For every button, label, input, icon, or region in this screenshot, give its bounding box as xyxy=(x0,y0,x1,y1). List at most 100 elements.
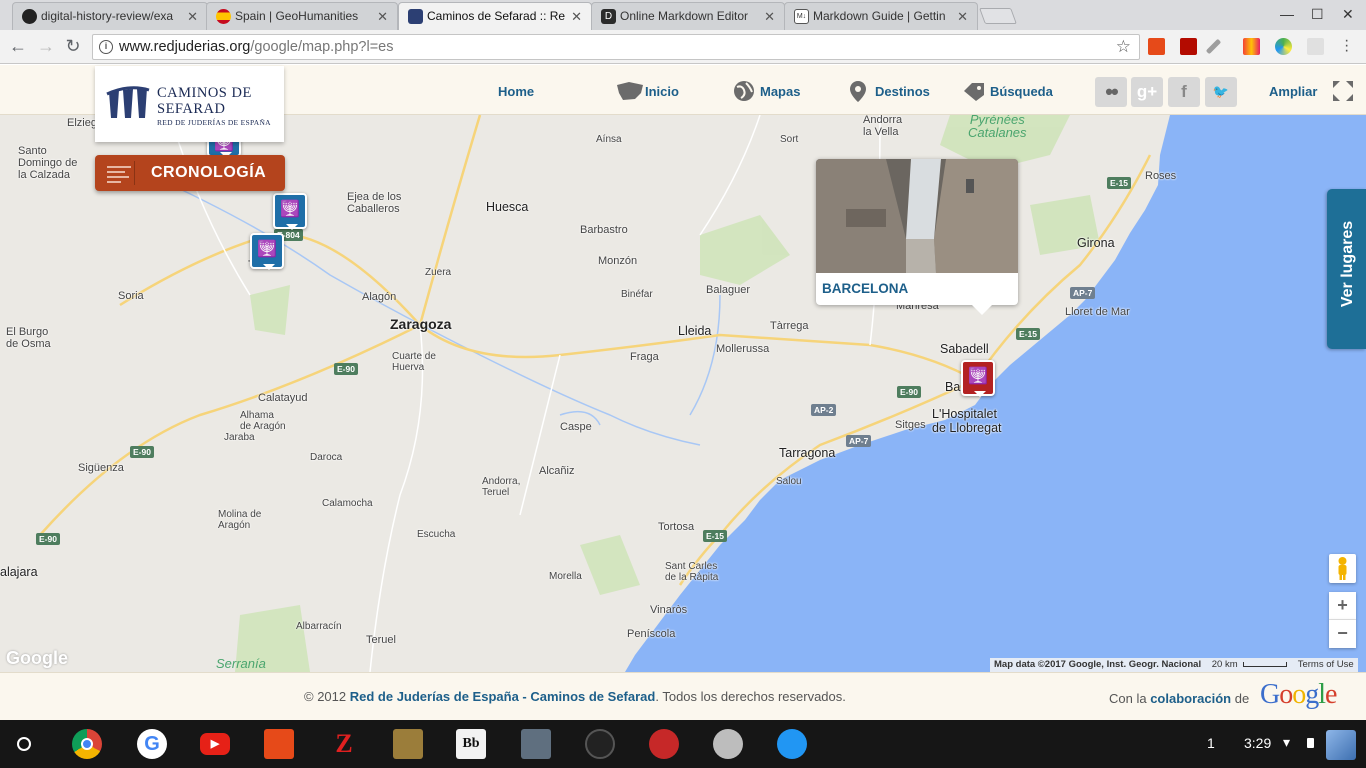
nav-inicio[interactable]: Inicio xyxy=(645,84,679,99)
battery-icon[interactable] xyxy=(1307,738,1314,748)
bookmark-star-icon[interactable]: ☆ xyxy=(1116,37,1131,57)
map-canvas[interactable]: Elziego Santo Domingo de la Calzada Sori… xyxy=(0,115,1366,672)
barcelona-marker[interactable]: 🕎 xyxy=(961,360,995,397)
label-barbastro: Barbastro xyxy=(580,224,628,236)
tab-geohumanities[interactable]: Spain | GeoHumanities ✕ xyxy=(206,2,398,30)
clock[interactable]: 3:29 xyxy=(1244,735,1271,751)
wifi-icon[interactable]: ▾ xyxy=(1283,734,1290,751)
road-shield: E-15 xyxy=(1107,177,1131,189)
close-icon[interactable]: ✕ xyxy=(764,9,775,25)
google-plus-icon[interactable]: g+ xyxy=(1131,77,1163,107)
close-icon[interactable]: ✕ xyxy=(957,9,968,25)
label-molina: Molina de Aragón xyxy=(218,509,262,531)
blackboard-app-icon[interactable]: Bb xyxy=(456,729,486,759)
logo-subtitle: RED DE JUDERÍAS DE ESPAÑA xyxy=(157,118,271,127)
zoom-in-button[interactable]: + xyxy=(1329,592,1356,620)
nav-busqueda[interactable]: Búsqueda xyxy=(990,84,1053,99)
label-calamocha: Calamocha xyxy=(322,498,373,509)
street-view-pegman-icon[interactable] xyxy=(1329,554,1356,583)
extension-icon[interactable] xyxy=(1307,38,1324,55)
map-base-layer xyxy=(39,115,1366,672)
pen-extension-icon[interactable] xyxy=(1205,38,1222,55)
spain-map-icon xyxy=(617,82,643,100)
label-monzon: Monzón xyxy=(598,255,638,267)
maximize-icon[interactable]: ☐ xyxy=(1311,6,1324,23)
nav-destinos[interactable]: Destinos xyxy=(875,84,930,99)
copyright-link[interactable]: Red de Juderías de España - Caminos de S… xyxy=(350,689,656,704)
label-mollerussa: Mollerussa xyxy=(716,343,770,355)
juderia-marker[interactable]: 🕎 xyxy=(273,193,307,230)
google-logo[interactable]: Google xyxy=(1260,679,1337,711)
nav-ampliar[interactable]: Ampliar xyxy=(1269,84,1317,99)
office-extension-icon[interactable] xyxy=(1148,38,1165,55)
back-icon[interactable]: ← xyxy=(7,36,29,57)
juderia-marker[interactable]: 🕎 xyxy=(250,233,284,270)
chrome-app-icon[interactable] xyxy=(72,729,102,759)
launcher-icon[interactable] xyxy=(17,737,31,751)
user-avatar[interactable] xyxy=(1326,730,1356,760)
label-huesca: Huesca xyxy=(486,200,529,214)
tab-markdown-editor[interactable]: D Online Markdown Editor ✕ xyxy=(591,2,785,30)
files-app-icon[interactable] xyxy=(777,729,807,759)
label-pyrenees: Pyrénées Catalanes xyxy=(968,115,1027,140)
label-morella: Morella xyxy=(549,571,582,582)
fullscreen-icon[interactable] xyxy=(1331,79,1355,103)
terms-of-use-link[interactable]: Terms of Use xyxy=(1298,659,1354,670)
seal-app-icon[interactable] xyxy=(713,729,743,759)
label-hospitalet: L'Hospitalet de Llobregat xyxy=(932,407,1002,435)
zoom-out-button[interactable]: − xyxy=(1329,620,1356,648)
office-app-icon[interactable] xyxy=(264,729,294,759)
twitter-icon[interactable]: 🐦 xyxy=(1205,77,1237,107)
browser-menu-icon[interactable]: · · · xyxy=(1344,33,1349,59)
acrobat-extension-icon[interactable] xyxy=(1180,38,1197,55)
nav-home[interactable]: Home xyxy=(498,84,534,99)
close-icon[interactable]: ✕ xyxy=(187,9,198,25)
google-app-icon[interactable]: G xyxy=(137,729,167,759)
close-window-icon[interactable]: ✕ xyxy=(1342,6,1354,23)
place-popup[interactable]: BARCELONA xyxy=(816,159,1018,315)
collab-link[interactable]: colaboración xyxy=(1150,691,1231,706)
w-extension-icon[interactable] xyxy=(1243,38,1260,55)
chrome-extension-icon[interactable] xyxy=(1275,38,1292,55)
map-scale[interactable]: 20 km xyxy=(1212,659,1238,670)
close-icon[interactable]: ✕ xyxy=(377,9,388,25)
owl-app-icon[interactable] xyxy=(649,729,679,759)
label-santo-domingo: Santo Domingo de la Calzada xyxy=(18,145,78,181)
github-app-icon[interactable] xyxy=(585,729,615,759)
close-icon[interactable]: ✕ xyxy=(571,9,582,25)
forward-icon[interactable]: → xyxy=(35,36,57,57)
ver-lugares-tab[interactable]: Ver lugares xyxy=(1327,189,1366,349)
notification-count[interactable]: 1 xyxy=(1207,735,1215,751)
label-sitges: Sitges xyxy=(895,419,926,431)
label-sort: Sort xyxy=(780,134,799,145)
label-fraga: Fraga xyxy=(630,351,659,363)
nav-mapas[interactable]: Mapas xyxy=(760,84,800,99)
road-shield: AP-7 xyxy=(1070,287,1096,299)
tab-digital-history[interactable]: digital-history-review/exa ✕ xyxy=(12,2,208,30)
popup-title[interactable]: BARCELONA xyxy=(822,281,908,296)
minimize-icon[interactable]: — xyxy=(1280,6,1294,22)
reload-icon[interactable]: ↻ xyxy=(62,36,84,57)
facebook-icon[interactable]: f xyxy=(1168,77,1200,107)
collab-prefix: Con la xyxy=(1109,691,1151,706)
youtube-app-icon[interactable]: ▶ xyxy=(200,733,230,755)
info-icon[interactable]: i xyxy=(99,40,113,54)
tab-caminos-de-sefarad[interactable]: Caminos de Sefarad :: Re ✕ xyxy=(398,2,592,30)
label-el-burgo: El Burgo de Osma xyxy=(6,326,51,350)
label-balaguer: Balaguer xyxy=(706,284,751,296)
box-app-icon[interactable] xyxy=(521,729,551,759)
cronologia-button[interactable]: CRONOLOGÍA xyxy=(95,155,285,191)
label-caspe: Caspe xyxy=(560,421,592,433)
label-vinaros: Vinaròs xyxy=(650,604,688,616)
tab-markdown-guide[interactable]: M↓ Markdown Guide | Gettin ✕ xyxy=(784,2,978,30)
flickr-icon[interactable]: •• xyxy=(1095,77,1127,107)
address-bar[interactable]: i www.redjuderias.org/google/map.php?l=e… xyxy=(92,34,1140,60)
road-shield: E-90 xyxy=(130,446,154,458)
zotero-app-icon[interactable]: Z xyxy=(329,729,359,759)
label-alagon: Alagón xyxy=(362,291,397,303)
label-ainsa: Aínsa xyxy=(596,134,622,145)
road-shield: E-15 xyxy=(703,530,727,542)
new-tab-button[interactable] xyxy=(979,8,1017,24)
geo-app-icon[interactable] xyxy=(393,729,423,759)
site-logo[interactable]: CAMINOS DE SEFARAD RED DE JUDERÍAS DE ES… xyxy=(95,66,284,142)
